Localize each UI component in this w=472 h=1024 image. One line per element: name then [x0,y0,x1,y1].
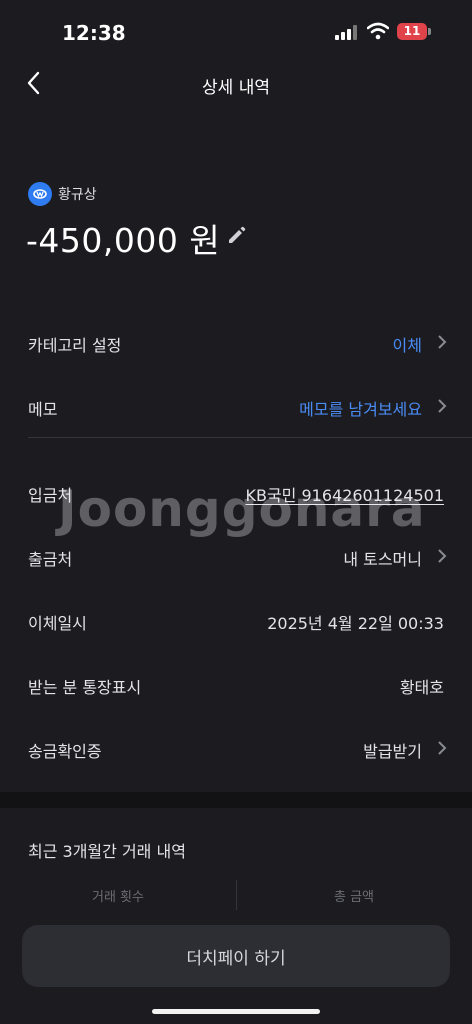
datetime-value: 2025년 4월 22일 00:33 [267,614,444,633]
dutch-pay-button[interactable]: 더치페이 하기 [22,925,450,987]
pencil-icon[interactable] [225,223,249,247]
withdraw-value: 내 토스머니 [343,550,422,569]
receipt-row[interactable]: 송금확인증 발급받기 [0,726,472,770]
withdraw-label: 출금처 [28,550,73,569]
chevron-right-icon [438,399,447,413]
transfer-datetime-row: 이체일시 2025년 4월 22일 00:33 [0,598,472,642]
memo-label: 메모 [28,400,58,419]
chevron-right-icon [438,741,447,755]
memo-row[interactable]: 메모 메모를 남겨보세요 [0,384,472,428]
datetime-label: 이체일시 [28,614,87,633]
page-title: 상세 내역 [202,78,270,98]
history-title: 최근 3개월간 거래 내역 [28,842,186,861]
category-label: 카테고리 설정 [28,336,122,355]
recipient-display-label: 받는 분 통장표시 [28,678,142,697]
battery-tip [428,28,431,35]
battery-icon: 11 [397,23,427,40]
nav-bar: 상세 내역 [0,60,472,108]
receipt-value[interactable]: 발급받기 [363,738,422,762]
category-row[interactable]: 카테고리 설정 이체 [0,320,472,364]
memo-value[interactable]: 메모를 남겨보세요 [299,396,422,420]
withdraw-account-row[interactable]: 출금처 내 토스머니 [0,534,472,578]
status-bar: 12:38 11 [0,0,472,60]
status-time: 12:38 [62,21,126,45]
total-amount-label: 총 금액 [333,890,374,905]
amount: -450,000 원 [26,221,221,260]
watermark: Joonggonara [58,480,426,538]
receipt-label: 송금확인증 [28,742,102,761]
divider [28,437,472,438]
recipient-display-row: 받는 분 통장표시 황태호 [0,662,472,706]
chevron-right-icon [438,549,447,563]
sender: 황규상 [28,182,97,206]
sender-name: 황규상 [58,187,97,203]
recipient-display-value: 황태호 [399,678,444,697]
transaction-count-label: 거래 횟수 [92,890,144,905]
wifi-icon [367,22,389,40]
category-value[interactable]: 이체 [393,332,422,356]
section-divider [0,792,472,808]
chevron-right-icon [438,335,447,349]
home-indicator [152,1009,320,1014]
signal-icon [335,25,357,40]
bank-logo-icon [28,182,52,206]
